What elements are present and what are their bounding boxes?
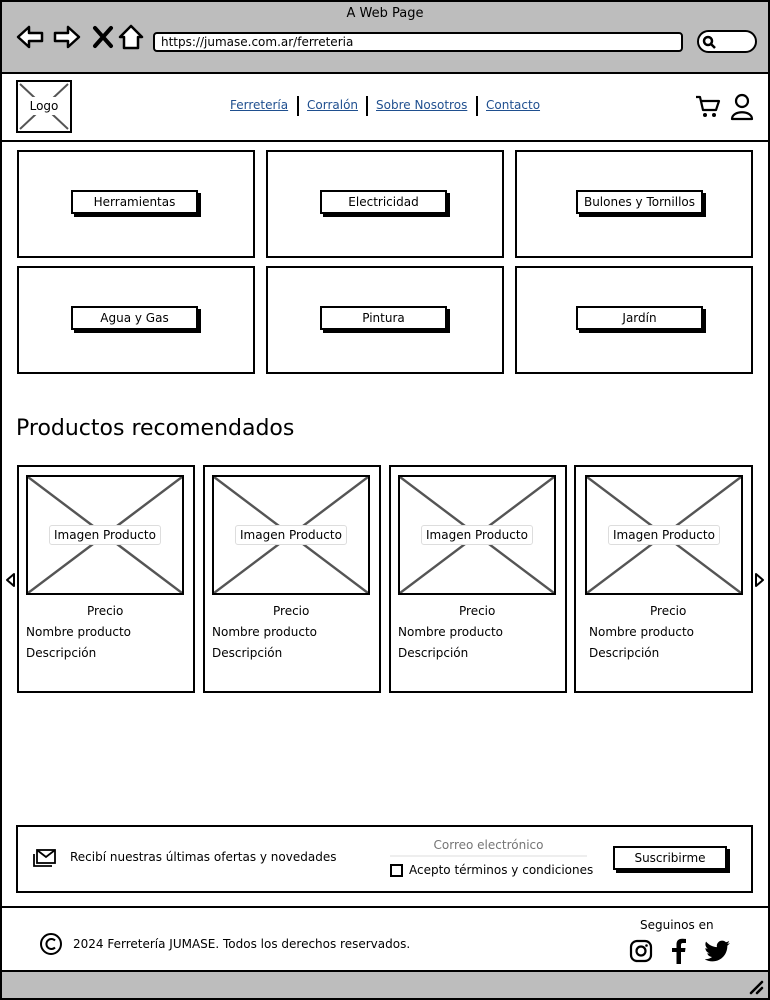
browser-status-bar bbox=[0, 970, 770, 1000]
carousel-prev-icon[interactable] bbox=[4, 572, 16, 588]
url-bar[interactable]: https://jumase.com.ar/ferreteria bbox=[153, 32, 683, 52]
category-button-bulones[interactable]: Bulones y Tornillos bbox=[576, 190, 703, 214]
product-image-label: Imagen Producto bbox=[49, 525, 161, 545]
product-price: Precio bbox=[650, 604, 687, 618]
nav-link-ferreteria[interactable]: Ferretería bbox=[230, 98, 288, 112]
newsletter-text: Recibí nuestras últimas ofertas y noveda… bbox=[70, 850, 337, 864]
nav-separator bbox=[297, 96, 299, 116]
nav-separator bbox=[366, 96, 368, 116]
terms-label: Acepto términos y condiciones bbox=[409, 863, 594, 877]
forward-icon[interactable] bbox=[52, 22, 82, 52]
nav-link-contacto[interactable]: Contacto bbox=[486, 98, 540, 112]
mail-icon bbox=[33, 849, 56, 867]
category-button-herramientas[interactable]: Herramientas bbox=[71, 190, 198, 214]
close-icon[interactable] bbox=[88, 22, 118, 52]
product-description: Descripción bbox=[26, 646, 97, 660]
resize-handle-icon[interactable] bbox=[748, 979, 764, 995]
back-icon[interactable] bbox=[15, 22, 45, 52]
user-icon[interactable] bbox=[730, 93, 754, 121]
instagram-icon[interactable] bbox=[629, 939, 653, 963]
copyright-text: 2024 Ferretería JUMASE. Todos los derech… bbox=[73, 937, 411, 951]
product-price: Precio bbox=[459, 604, 496, 618]
product-image-label: Imagen Producto bbox=[608, 525, 720, 545]
section-title: Productos recomendados bbox=[16, 416, 295, 441]
product-image-label: Imagen Producto bbox=[421, 525, 533, 545]
category-button-agua-gas[interactable]: Agua y Gas bbox=[71, 306, 198, 330]
category-button-pintura[interactable]: Pintura bbox=[320, 306, 447, 330]
follow-label: Seguinos en bbox=[640, 918, 714, 932]
product-description: Descripción bbox=[589, 646, 660, 660]
window-title: A Web Page bbox=[346, 6, 424, 21]
product-name[interactable]: Nombre producto bbox=[398, 625, 503, 639]
product-name[interactable]: Nombre producto bbox=[589, 625, 694, 639]
product-description: Descripción bbox=[398, 646, 469, 660]
category-button-jardin[interactable]: Jardín bbox=[576, 306, 703, 330]
twitter-icon[interactable] bbox=[705, 940, 731, 962]
product-price: Precio bbox=[273, 604, 310, 618]
facebook-icon[interactable] bbox=[668, 937, 688, 965]
email-input[interactable] bbox=[390, 835, 587, 857]
product-image-label: Imagen Producto bbox=[235, 525, 347, 545]
product-description: Descripción bbox=[212, 646, 283, 660]
nav-separator bbox=[476, 96, 478, 116]
subscribe-button[interactable]: Suscribirme bbox=[613, 846, 727, 870]
copyright-icon bbox=[40, 933, 62, 955]
search-icon bbox=[702, 35, 716, 49]
product-price: Precio bbox=[87, 604, 124, 618]
carousel-next-icon[interactable] bbox=[754, 572, 766, 588]
product-name[interactable]: Nombre producto bbox=[212, 625, 317, 639]
cart-icon[interactable] bbox=[695, 94, 721, 120]
home-icon[interactable] bbox=[116, 22, 146, 52]
browser-search-field[interactable] bbox=[697, 30, 757, 53]
logo-label: Logo bbox=[22, 97, 66, 115]
nav-link-sobre-nosotros[interactable]: Sobre Nosotros bbox=[376, 98, 467, 112]
product-name[interactable]: Nombre producto bbox=[26, 625, 131, 639]
terms-checkbox[interactable] bbox=[390, 864, 403, 877]
nav-link-corralon[interactable]: Corralón bbox=[307, 98, 358, 112]
category-button-electricidad[interactable]: Electricidad bbox=[320, 190, 447, 214]
